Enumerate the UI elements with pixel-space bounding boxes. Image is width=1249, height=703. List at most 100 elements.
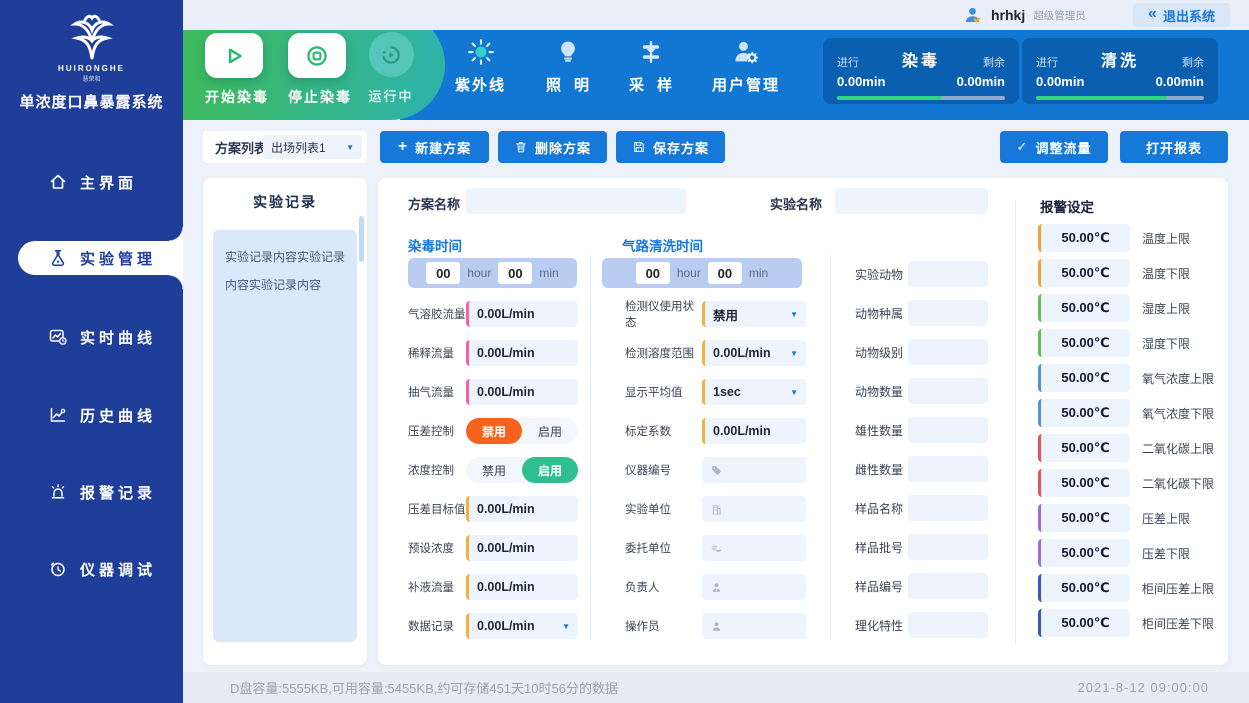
client-unit-input[interactable] (702, 535, 806, 561)
brand-name: HUIRONGHE (0, 64, 183, 73)
data-record-select[interactable]: 0.00L/min▼ (466, 613, 578, 639)
form-row: 理化特性 (855, 612, 988, 638)
toggle-disable-option[interactable]: 禁用 (466, 457, 522, 483)
start-exposure-label: 开始染毒 (205, 87, 263, 107)
pressure-target-input[interactable]: 0.00L/min (466, 496, 578, 522)
new-plan-button[interactable]: + 新建方案 (380, 131, 489, 163)
toggle-enable-option[interactable]: 启用 (522, 418, 578, 444)
alarm-threshold-input[interactable]: 50.00℃ (1038, 504, 1130, 532)
plan-list-box: 方案列表 出场列表1 ▼ (203, 131, 367, 163)
exposure-progress-fill (837, 96, 941, 100)
experiment-name-input[interactable] (835, 188, 988, 214)
alarm-threshold-input[interactable]: 50.00℃ (1038, 294, 1130, 322)
exposure-time-picker[interactable]: 00 hour 00 min (408, 258, 577, 288)
check-icon: ✓ (1017, 139, 1029, 155)
plan-name-input[interactable] (466, 188, 686, 214)
person-in-charge-input[interactable] (702, 574, 806, 600)
text-input[interactable] (908, 573, 988, 599)
field-label: 标定系数 (625, 423, 702, 439)
lighting-button[interactable]: 照明 (546, 36, 589, 95)
toggle-disable-option[interactable]: 禁用 (466, 418, 522, 444)
field-label: 动物级别 (855, 344, 908, 361)
preset-concentration-input[interactable]: 0.00L/min (466, 535, 578, 561)
clean-minute-input[interactable]: 00 (708, 262, 742, 284)
exposure-hour-input[interactable]: 00 (426, 262, 460, 284)
sidebar-item-label: 实时曲线 (80, 327, 156, 348)
save-plan-button[interactable]: 保存方案 (616, 131, 725, 163)
user-management-button[interactable]: 用户管理 (712, 36, 780, 95)
text-input[interactable] (908, 495, 988, 521)
alarm-setting-row: 50.00℃ 压差下限 (1038, 539, 1223, 567)
sampling-button[interactable]: 采样 (629, 36, 672, 95)
liquid-refill-flow-input[interactable]: 0.00L/min (466, 574, 578, 600)
dilution-flow-input[interactable]: 0.00L/min (466, 340, 578, 366)
cleaning-status-panel: 进行 清洗 剩余 0.00min 0.00min (1022, 38, 1218, 104)
field-label: 实验动物 (855, 266, 908, 283)
open-report-button[interactable]: 打开报表 (1120, 131, 1228, 163)
experiment-unit-input[interactable] (702, 496, 806, 522)
records-scrollbar[interactable] (359, 216, 364, 262)
alarm-threshold-label: 二氧化碳下限 (1142, 475, 1214, 492)
toggle-enable-option[interactable]: 启用 (522, 457, 578, 483)
logout-button[interactable]: « 退出系统 (1133, 3, 1230, 27)
text-input[interactable] (908, 261, 988, 287)
adjust-flow-button[interactable]: ✓ 调整流量 (1000, 131, 1108, 163)
alarm-threshold-input[interactable]: 50.00℃ (1038, 469, 1130, 497)
delete-plan-button[interactable]: 删除方案 (498, 131, 607, 163)
alarm-setting-row: 50.00℃ 氧气浓度上限 (1038, 364, 1223, 392)
alarm-threshold-input[interactable]: 50.00℃ (1038, 399, 1130, 427)
records-title: 实验记录 (203, 192, 367, 212)
plus-icon: + (398, 139, 408, 155)
detector-status-select[interactable]: 禁用▼ (702, 301, 806, 327)
average-display-select[interactable]: 1sec▼ (702, 379, 806, 405)
stop-exposure-button[interactable] (288, 33, 346, 78)
operator-input[interactable] (702, 613, 806, 639)
exposure-time-section-title: 染毒时间 (408, 235, 462, 255)
form-row: 雌性数量 (855, 456, 988, 482)
minute-unit-label: min (539, 266, 558, 280)
alarm-threshold-input[interactable]: 50.00℃ (1038, 539, 1130, 567)
text-input[interactable] (908, 417, 988, 443)
alarm-threshold-input[interactable]: 50.00℃ (1038, 259, 1130, 287)
uv-light-button[interactable]: 紫外线 (455, 36, 506, 95)
sidebar-item-realtime-curve[interactable]: 实时曲线 (0, 317, 183, 357)
sidebar-item-main[interactable]: 主界面 (0, 162, 183, 202)
exposure-minute-input[interactable]: 00 (498, 262, 532, 284)
field-label: 动物种属 (855, 305, 908, 322)
records-content[interactable]: 实验记录内容实验记录内容实验记录内容 (213, 230, 357, 642)
chevron-down-icon: ▼ (562, 622, 570, 631)
text-input[interactable] (908, 378, 988, 404)
alarm-threshold-input[interactable]: 50.00℃ (1038, 574, 1130, 602)
text-input[interactable] (908, 456, 988, 482)
clean-time-picker[interactable]: 00 hour 00 min (602, 258, 802, 288)
sidebar-item-history-curve[interactable]: 历史曲线 (0, 395, 183, 435)
user-role: 超级管理员 (1033, 8, 1086, 23)
sidebar-item-experiment-management[interactable]: 实验管理 (18, 241, 183, 275)
form-row: 动物级别 (855, 339, 988, 365)
form-row: 检测溶度范围 0.00L/min▼ (625, 340, 806, 366)
alarm-setting-row: 50.00℃ 柜间压差下限 (1038, 609, 1223, 637)
calibration-factor-input[interactable]: 0.00L/min (702, 418, 806, 444)
alarm-threshold-input[interactable]: 50.00℃ (1038, 434, 1130, 462)
clean-hour-input[interactable]: 00 (636, 262, 670, 284)
alarm-threshold-input[interactable]: 50.00℃ (1038, 609, 1130, 637)
sidebar-item-instrument-debug[interactable]: 仪器调试 (0, 549, 183, 589)
form-row: 样品编号 (855, 573, 988, 599)
sun-icon (455, 36, 506, 68)
field-label: 雌性数量 (855, 461, 908, 478)
text-input[interactable] (908, 534, 988, 560)
start-exposure-button[interactable] (205, 33, 263, 78)
text-input[interactable] (908, 612, 988, 638)
alarm-threshold-input[interactable]: 50.00℃ (1038, 224, 1130, 252)
plan-select-dropdown[interactable]: 出场列表1 ▼ (263, 135, 362, 159)
sidebar-item-label: 历史曲线 (80, 405, 156, 426)
text-input[interactable] (908, 300, 988, 326)
aerosol-flow-input[interactable]: 0.00L/min (466, 301, 578, 327)
alarm-threshold-input[interactable]: 50.00℃ (1038, 364, 1130, 392)
sidebar-item-alarm-records[interactable]: 报警记录 (0, 472, 183, 512)
alarm-threshold-input[interactable]: 50.00℃ (1038, 329, 1130, 357)
instrument-number-input[interactable] (702, 457, 806, 483)
detect-range-select[interactable]: 0.00L/min▼ (702, 340, 806, 366)
text-input[interactable] (908, 339, 988, 365)
extraction-flow-input[interactable]: 0.00L/min (466, 379, 578, 405)
